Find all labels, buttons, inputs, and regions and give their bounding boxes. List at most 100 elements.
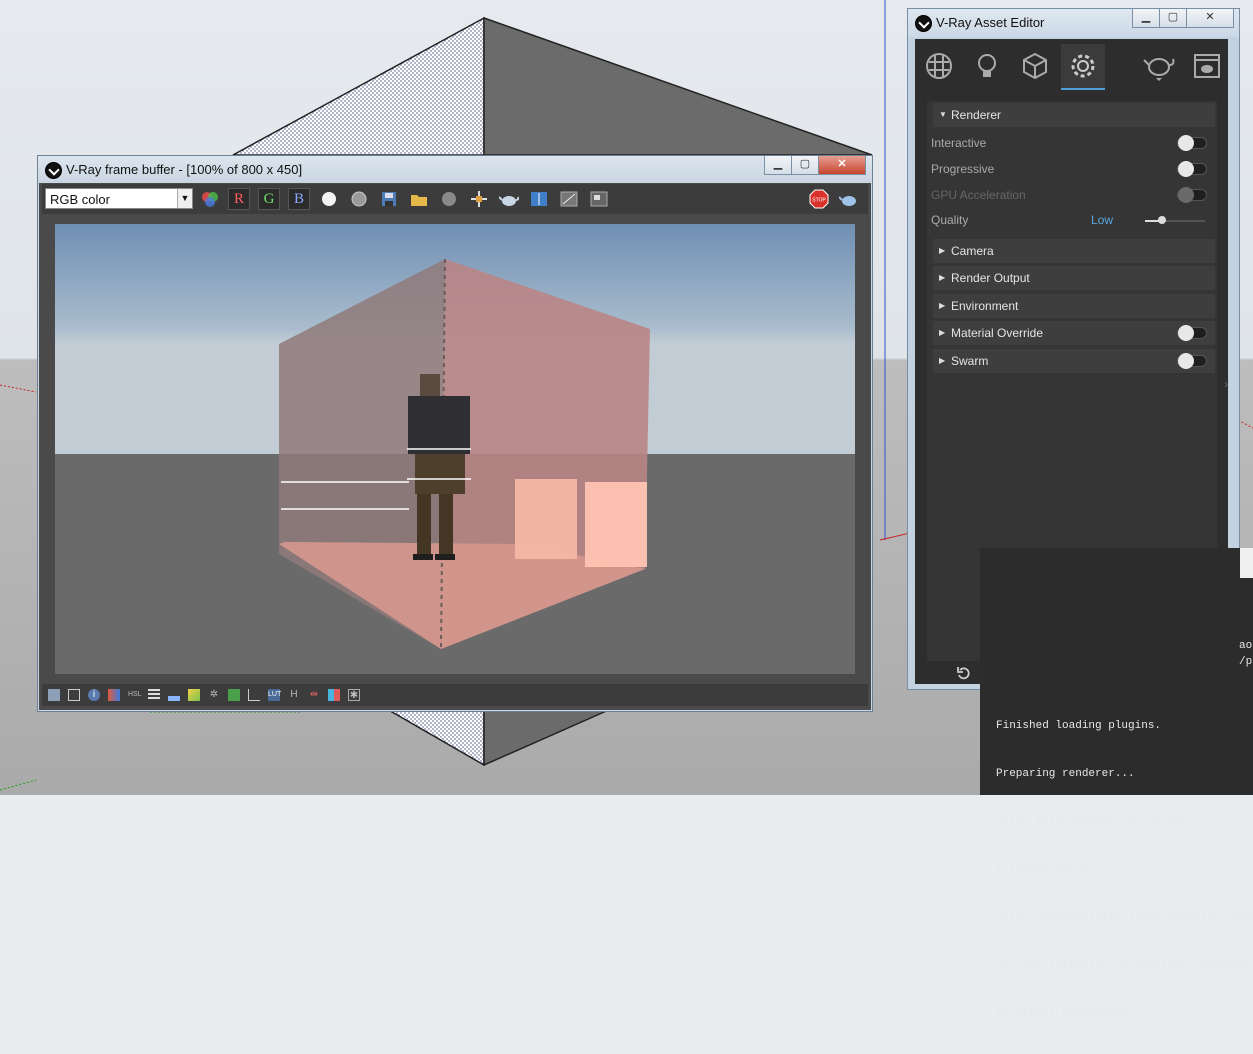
interactive-toggle[interactable] — [1177, 135, 1207, 151]
ab-compare-icon[interactable] — [528, 188, 550, 210]
frame-buffer-title: V-Ray frame buffer - [100% of 800 x 450] — [66, 162, 303, 177]
asset-editor-titlebar[interactable]: V-Ray Asset Editor ▁ ▢ ✕ — [908, 9, 1239, 37]
gpu-row: GPU Acceleration — [927, 183, 1217, 207]
chevron-down-icon[interactable]: ▼ — [177, 189, 192, 208]
close-button[interactable]: ✕ — [818, 156, 866, 175]
split-compare-icon[interactable] — [328, 689, 340, 701]
minimize-button[interactable]: ▁ — [764, 156, 792, 175]
caret-right-icon: ▶ — [939, 356, 946, 365]
log-scrollbar[interactable] — [1240, 548, 1253, 578]
light-patch-1 — [515, 479, 577, 559]
blue-channel-button[interactable]: B — [288, 188, 310, 210]
caret-down-icon: ▼ — [939, 110, 947, 119]
hsl-icon[interactable]: HSL — [128, 689, 142, 701]
material-override-toggle[interactable] — [1177, 325, 1207, 341]
log-line: Max ray intensity is enabled: rendered r… — [996, 960, 1253, 972]
lens-effects-icon[interactable] — [558, 188, 580, 210]
log-line: Finished loading plugins. — [996, 720, 1162, 732]
stop-render-icon[interactable]: STOP — [808, 188, 830, 210]
settings-small-icon[interactable]: ✱ — [348, 689, 360, 701]
material-override-label: Material Override — [951, 326, 1044, 340]
history-h-icon[interactable]: H — [288, 689, 300, 701]
track-mouse-icon[interactable] — [468, 188, 490, 210]
materials-icon[interactable] — [917, 44, 961, 88]
channel-select[interactable]: RGB color ▼ — [45, 188, 193, 209]
stats-icon[interactable] — [68, 689, 80, 701]
render-output-section[interactable]: ▶ Render Output — [933, 266, 1215, 290]
light-patch-2 — [585, 482, 647, 567]
asset-editor-tabs — [915, 39, 1228, 95]
progressive-label: Progressive — [931, 162, 995, 176]
progress-log-window[interactable]: ao /p Finished loading plugins. Preparin… — [980, 548, 1253, 1020]
ae-minimize-button[interactable]: ▁ — [1132, 9, 1160, 28]
mono-icon[interactable] — [348, 188, 370, 210]
camera-section[interactable]: ▶ Camera — [933, 239, 1215, 263]
swarm-toggle[interactable] — [1177, 353, 1207, 369]
lut-icon[interactable]: LUT — [268, 689, 281, 701]
cube-bottom-left — [377, 704, 485, 767]
log-line: Using Intel Embree ray server — [996, 816, 1188, 828]
curves-icon[interactable] — [168, 689, 180, 701]
alpha-white-icon[interactable] — [318, 188, 340, 210]
open-folder-icon[interactable] — [408, 188, 430, 210]
quality-row: Quality Low — [927, 208, 1217, 232]
environment-label: Environment — [951, 299, 1019, 313]
clear-image-icon[interactable] — [438, 188, 460, 210]
quality-value[interactable]: Low — [1091, 208, 1113, 232]
swarm-section[interactable]: ▶ Swarm — [933, 349, 1215, 373]
lights-icon[interactable] — [965, 44, 1009, 88]
log-line: Preparing renderer... — [996, 768, 1135, 780]
renderer-section-header[interactable]: ▼ Renderer — [933, 103, 1215, 127]
quality-label: Quality — [931, 213, 969, 227]
exposure-icon[interactable]: ✲ — [208, 689, 220, 701]
geometry-icon[interactable] — [1013, 44, 1057, 88]
compare-h-icon[interactable]: ⇹ — [308, 689, 320, 701]
white-balance-icon[interactable] — [188, 689, 200, 701]
render-teapot-icon[interactable] — [498, 188, 520, 210]
gpu-toggle[interactable] — [1177, 187, 1207, 203]
history-icon[interactable] — [48, 689, 60, 701]
maximize-button[interactable]: ▢ — [791, 156, 819, 175]
progressive-row: Progressive — [927, 157, 1217, 181]
caret-right-icon: ▶ — [939, 301, 946, 310]
channel-select-value: RGB color — [50, 192, 110, 207]
environment-section[interactable]: ▶ Environment — [933, 294, 1215, 318]
graph-icon[interactable] — [248, 689, 260, 701]
log-lines: Finished loading plugins. Preparing rend… — [996, 686, 1253, 1054]
red-channel-button[interactable]: R — [228, 188, 250, 210]
ae-maximize-button[interactable]: ▢ — [1159, 9, 1187, 28]
green-channel-button[interactable]: G — [258, 188, 280, 210]
save-image-icon[interactable] — [378, 188, 400, 210]
quality-slider-handle[interactable] — [1158, 216, 1166, 224]
log-line: Using probabilistic light sampling with … — [996, 912, 1253, 924]
ae-close-button[interactable]: ✕ — [1186, 9, 1234, 28]
swarm-label: Swarm — [951, 354, 989, 368]
reset-icon[interactable] — [956, 665, 972, 681]
progressive-toggle[interactable] — [1177, 161, 1207, 177]
gpu-label: GPU Acceleration — [931, 188, 1026, 202]
renderer-label: Renderer — [951, 108, 1002, 122]
frame-buffer-titlebar[interactable]: V-Ray frame buffer - [100% of 800 x 450]… — [38, 156, 872, 183]
camera-label: Camera — [951, 244, 994, 258]
interactive-render-icon[interactable] — [838, 188, 860, 210]
render-window-icon[interactable] — [1185, 44, 1229, 88]
color-swatch-icon[interactable] — [108, 689, 120, 701]
settings-icon[interactable] — [1061, 44, 1105, 90]
color-correction-icon[interactable] — [199, 188, 221, 210]
material-override-section[interactable]: ▶ Material Override — [933, 321, 1215, 345]
cube-top-face — [232, 16, 485, 156]
region-render-icon[interactable] — [588, 188, 610, 210]
levels-icon[interactable] — [148, 689, 160, 701]
clipped-line-1: ao — [1239, 640, 1253, 652]
background-icon[interactable] — [228, 689, 240, 701]
clipped-line-2: /p — [1239, 656, 1253, 668]
caret-right-icon: ▶ — [939, 273, 946, 282]
rendered-image[interactable] — [55, 224, 855, 674]
frame-buffer-window[interactable]: V-Ray frame buffer - [100% of 800 x 450]… — [37, 155, 873, 712]
asset-editor-title: V-Ray Asset Editor — [936, 15, 1045, 30]
info-icon[interactable]: i — [88, 689, 100, 701]
vray-logo-icon — [45, 162, 62, 179]
cube-bottom-right — [483, 704, 621, 767]
teapot-icon[interactable] — [1137, 44, 1181, 88]
chevron-right-icon[interactable]: › — [1224, 377, 1228, 391]
